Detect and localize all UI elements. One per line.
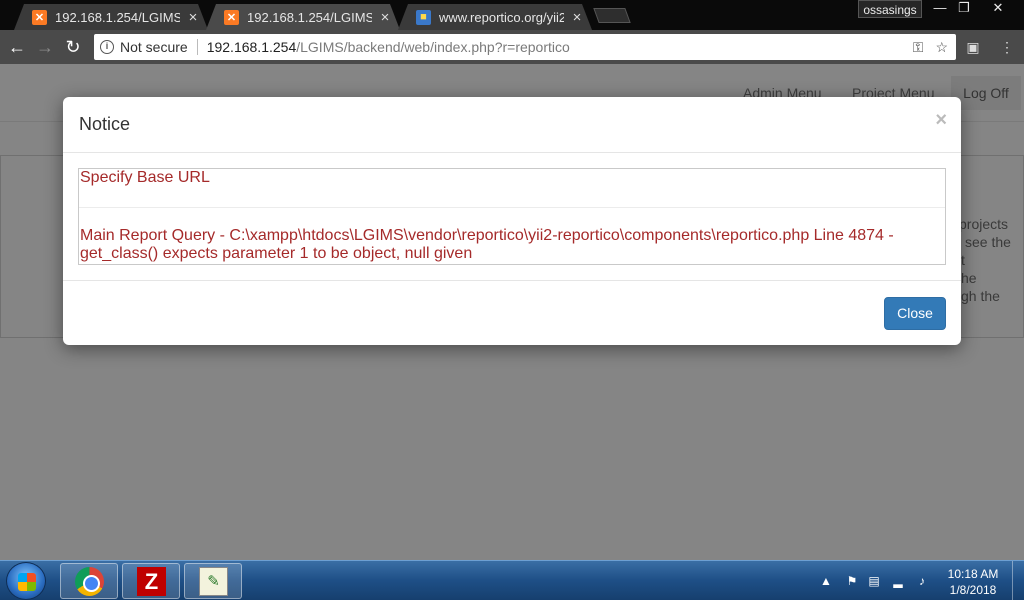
- background-text: t: [961, 252, 965, 268]
- action-center-icon[interactable]: ⚑: [844, 573, 860, 589]
- back-button[interactable]: ←: [5, 35, 29, 59]
- notepad-plus-plus-icon: ✎: [199, 567, 228, 596]
- omnibox-divider: [196, 39, 198, 55]
- windows-logo-icon: [18, 573, 36, 591]
- url-path: /LGIMS/backend/web/index.php?r=reportico: [296, 39, 570, 55]
- tab-title: 192.168.1.254/LGIMS/backend: [247, 9, 372, 25]
- network-icon[interactable]: ▂: [890, 573, 906, 589]
- reload-button[interactable]: ↻: [61, 35, 85, 59]
- menu-icon[interactable]: ⋮: [998, 39, 1016, 57]
- security-label: Not secure: [120, 39, 188, 55]
- profile-button[interactable]: ossasings: [858, 0, 922, 18]
- tab-close-icon[interactable]: ×: [186, 9, 200, 26]
- log-off-button[interactable]: Log Off: [951, 76, 1021, 110]
- clock-date: 1/8/2018: [949, 583, 997, 597]
- new-tab-button[interactable]: [593, 8, 631, 23]
- minimize-button[interactable]: —: [928, 0, 952, 18]
- modal-close-icon[interactable]: ×: [935, 109, 947, 132]
- taskbar-notepad-plus-plus[interactable]: ✎: [184, 563, 242, 599]
- background-text: see the: [965, 234, 1011, 250]
- clock-time: 10:18 AM: [947, 567, 999, 581]
- reportico-icon: ■: [416, 10, 431, 25]
- url-host: 192.168.1.254: [206, 39, 297, 55]
- show-desktop-button[interactable]: [1012, 561, 1024, 600]
- tab-close-icon[interactable]: ×: [570, 9, 584, 26]
- modal-header: Notice ×: [63, 97, 961, 153]
- volume-icon[interactable]: ♪: [914, 573, 930, 589]
- notice-modal: Notice × Specify Base URL Main Report Qu…: [63, 97, 961, 345]
- tab-title: www.reportico.org/yii2/w: [439, 9, 564, 25]
- error-message: Specify Base URL: [79, 169, 945, 208]
- window-close-button[interactable]: ✕: [976, 0, 1020, 18]
- xampp-icon: ✕: [32, 10, 47, 25]
- show-hidden-icons-icon[interactable]: ▲: [818, 573, 834, 589]
- tab-close-icon[interactable]: ×: [378, 9, 392, 26]
- tab-title: 192.168.1.254/LGIMS/backend: [55, 9, 180, 25]
- taskbar-chrome[interactable]: [60, 563, 118, 599]
- taskbar: Z ✎ ▲ ⚑ ▤ ▂ ♪ 10:18 AM 1/8/2018: [0, 560, 1024, 600]
- error-message: Main Report Query - C:\xampp\htdocs\LGIM…: [80, 227, 894, 262]
- xampp-icon: ✕: [224, 10, 239, 25]
- modal-footer: Close: [63, 280, 961, 345]
- browser-tab-2[interactable]: ✕ 192.168.1.254/LGIMS/backend ×: [206, 4, 400, 30]
- device-icon[interactable]: ▤: [866, 573, 882, 589]
- info-icon[interactable]: i: [100, 40, 114, 54]
- taskbar-filezilla[interactable]: Z: [122, 563, 180, 599]
- background-text: he: [961, 270, 977, 286]
- start-button[interactable]: [6, 562, 46, 600]
- chrome-icon: [75, 567, 104, 596]
- filezilla-icon: Z: [137, 567, 166, 596]
- close-button[interactable]: Close: [884, 297, 946, 330]
- address-bar[interactable]: i Not secure 192.168.1.254 /LGIMS/backen…: [94, 34, 956, 60]
- browser-tab-1[interactable]: ✕ 192.168.1.254/LGIMS/backend ×: [14, 4, 208, 30]
- tab-strip: ✕ 192.168.1.254/LGIMS/backend × ✕ 192.16…: [0, 0, 1024, 30]
- maximize-button[interactable]: ❐: [952, 0, 976, 18]
- message-box: Specify Base URL Main Report Query - C:\…: [78, 168, 946, 265]
- background-text: projects: [959, 216, 1009, 232]
- background-text: gh the: [961, 288, 1000, 304]
- forward-button[interactable]: →: [33, 35, 57, 59]
- system-clock[interactable]: 10:18 AM 1/8/2018: [940, 566, 1006, 598]
- browser-tab-3[interactable]: ■ www.reportico.org/yii2/w ×: [398, 4, 592, 30]
- browser-toolbar: ← → ↻ i Not secure 192.168.1.254 /LGIMS/…: [0, 30, 1024, 64]
- star-icon[interactable]: ☆: [935, 39, 948, 56]
- key-icon[interactable]: ⚿: [913, 39, 924, 56]
- extension-icon[interactable]: ▣: [964, 39, 982, 57]
- modal-title: Notice: [79, 114, 131, 134]
